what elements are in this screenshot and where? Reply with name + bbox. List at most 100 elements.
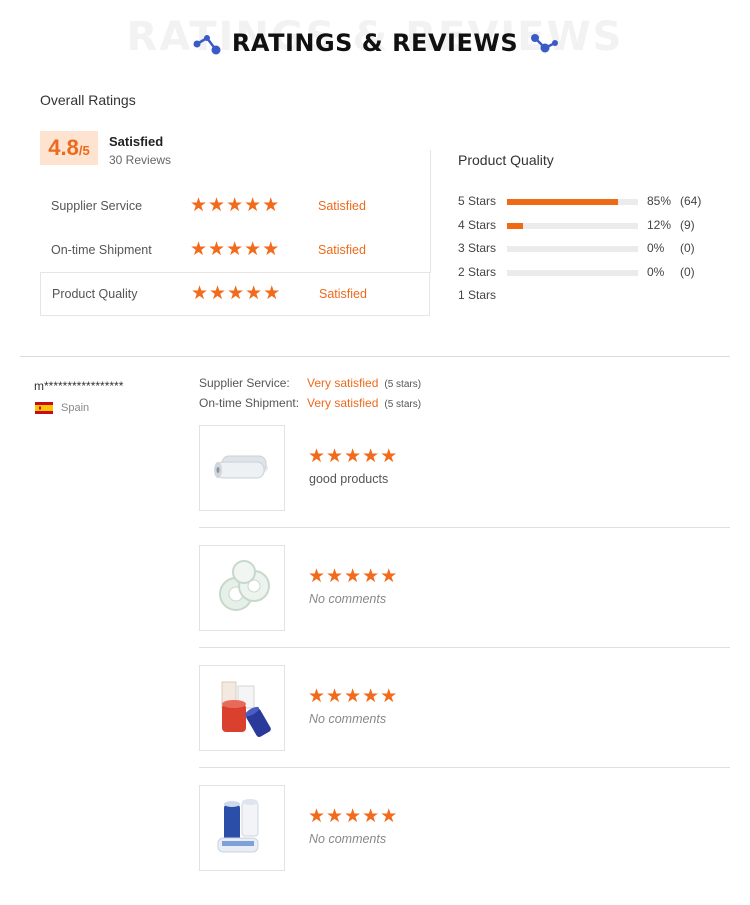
distribution-label: 2 Stars	[458, 265, 497, 279]
kv-label: On-time Shipment:	[199, 396, 300, 410]
kv-stars: (5 stars)	[384, 399, 422, 410]
review-comment: No comments	[309, 712, 387, 726]
star-rating: ★★★★★	[191, 284, 281, 304]
star-icon: ★	[362, 565, 380, 587]
product-star-rating: ★★★★★	[308, 447, 398, 467]
star-icon: ★	[326, 805, 344, 827]
distribution-bar-fill	[507, 223, 523, 229]
rating-row-label: Supplier Service	[51, 199, 143, 213]
product-thumbnail[interactable]	[199, 425, 285, 511]
star-icon: ★	[227, 282, 245, 304]
star-rating: ★★★★★	[190, 240, 280, 260]
review-product-item: ★★★★★ No comments	[199, 785, 730, 905]
review-item-divider	[199, 527, 730, 528]
distribution-row: 3 Stars 0% (0)	[458, 241, 728, 257]
rating-row-on-time-shipment: On-time Shipment ★★★★★ Satisfied	[40, 229, 430, 272]
distribution-percent: 0%	[647, 241, 665, 255]
rating-row-supplier-service: Supplier Service ★★★★★ Satisfied	[40, 185, 430, 228]
distribution-count: (0)	[680, 265, 695, 279]
distribution-row: 4 Stars 12% (9)	[458, 218, 728, 234]
star-icon: ★	[263, 282, 281, 304]
star-icon: ★	[190, 194, 208, 216]
rating-row-label: Product Quality	[52, 287, 138, 301]
star-icon: ★	[344, 445, 362, 467]
review-on-time-shipment: On-time Shipment: Very satisfied (5 stars…	[199, 396, 421, 410]
rating-row-value: Satisfied	[318, 243, 366, 257]
star-icon: ★	[226, 238, 244, 260]
star-icon: ★	[226, 194, 244, 216]
review-product-item: ★★★★★ No comments	[199, 545, 730, 665]
star-icon: ★	[380, 565, 398, 587]
star-icon: ★	[244, 238, 262, 260]
section-separator	[20, 356, 730, 357]
star-icon: ★	[344, 685, 362, 707]
distribution-bar-track	[507, 246, 638, 252]
kv-label: Supplier Service:	[199, 376, 290, 390]
star-icon: ★	[326, 565, 344, 587]
star-icon: ★	[326, 445, 344, 467]
review-comment: No comments	[309, 592, 387, 606]
star-icon: ★	[326, 685, 344, 707]
star-icon: ★	[208, 194, 226, 216]
star-icon: ★	[380, 445, 398, 467]
product-star-rating: ★★★★★	[308, 567, 398, 587]
star-icon: ★	[362, 805, 380, 827]
overall-ratings-title: Overall Ratings	[40, 92, 136, 108]
product-thumbnail[interactable]	[199, 665, 285, 751]
spain-flag-icon	[35, 402, 53, 414]
rating-row-value: Satisfied	[318, 199, 366, 213]
star-icon: ★	[262, 238, 280, 260]
distribution-row: 1 Stars	[458, 288, 728, 304]
distribution-bar-fill	[507, 199, 619, 205]
review-product-item: ★★★★★ No comments	[199, 665, 730, 785]
distribution-label: 1 Stars	[458, 288, 497, 302]
overall-score-badge: 4.8/5	[40, 131, 98, 165]
star-icon: ★	[245, 282, 263, 304]
overall-score: 4.8	[48, 135, 79, 160]
distribution-label: 3 Stars	[458, 241, 497, 255]
distribution-count: (0)	[680, 241, 695, 255]
distribution-row: 2 Stars 0% (0)	[458, 265, 728, 281]
product-thumbnail[interactable]	[199, 785, 285, 871]
star-icon: ★	[208, 238, 226, 260]
review-comment: good products	[309, 472, 389, 486]
review-product-item: ★★★★★ good products	[199, 425, 730, 545]
product-thumbnail[interactable]	[199, 545, 285, 631]
distribution-label: 4 Stars	[458, 218, 497, 232]
star-icon: ★	[308, 805, 326, 827]
review-comment: No comments	[309, 832, 387, 846]
product-star-rating: ★★★★★	[308, 687, 398, 707]
distribution-count: (9)	[680, 218, 695, 232]
star-icon: ★	[344, 565, 362, 587]
distribution-bar-track	[507, 199, 638, 205]
star-icon: ★	[380, 805, 398, 827]
distribution-count: (64)	[680, 194, 702, 208]
review-supplier-service: Supplier Service: Very satisfied (5 stars…	[199, 376, 421, 390]
product-quality-title: Product Quality	[458, 152, 554, 168]
star-icon: ★	[362, 685, 380, 707]
overall-satisfaction-label: Satisfied	[109, 134, 164, 149]
star-icon: ★	[308, 685, 326, 707]
star-icon: ★	[344, 805, 362, 827]
product-star-rating: ★★★★★	[308, 807, 398, 827]
section-header: RATINGS & REVIEWS RATINGS & REVIEWS	[0, 0, 750, 80]
distribution-row: 5 Stars 85% (64)	[458, 194, 728, 210]
review-count: 30 Reviews	[109, 153, 172, 167]
star-icon: ★	[380, 685, 398, 707]
star-icon: ★	[308, 565, 326, 587]
rating-row-value: Satisfied	[319, 287, 367, 301]
distribution-bar-track	[507, 270, 638, 276]
star-icon: ★	[190, 238, 208, 260]
kv-value: Very satisfied	[307, 396, 379, 410]
distribution-percent: 12%	[647, 218, 672, 232]
review-item-divider	[199, 647, 730, 648]
kv-value: Very satisfied	[307, 376, 379, 390]
star-icon: ★	[308, 445, 326, 467]
reviewer-country: Spain	[61, 402, 90, 414]
distribution-bar-track	[507, 223, 638, 229]
distribution-label: 5 Stars	[458, 194, 497, 208]
star-icon: ★	[244, 194, 262, 216]
star-icon: ★	[362, 445, 380, 467]
page-title: RATINGS & REVIEWS	[231, 29, 519, 57]
rating-row-product-quality[interactable]: Product Quality ★★★★★ Satisfied	[40, 272, 430, 316]
